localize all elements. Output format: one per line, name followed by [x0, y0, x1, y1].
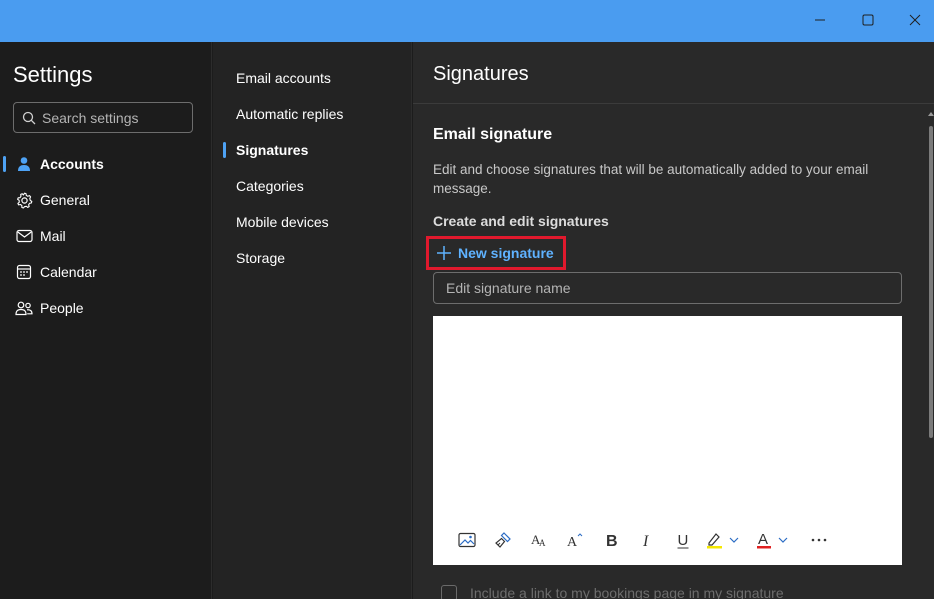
search-icon [22, 111, 36, 124]
plus-icon [437, 246, 451, 260]
sidebar-item-label: Accounts [40, 156, 104, 172]
bookings-link-label: Include a link to my bookings page in my… [470, 585, 784, 599]
more-options-button[interactable] [801, 526, 837, 554]
bold-icon: B [606, 533, 618, 548]
scrollbar-thumb[interactable] [929, 126, 933, 438]
font-size-button[interactable]: AA [521, 526, 557, 554]
signatures-pane: Signatures Email signature Edit and choo… [413, 42, 934, 599]
subnav-item-label: Mobile devices [236, 214, 329, 230]
editor-toolbar: AA A B I U A [449, 526, 837, 554]
font-size-icon: AA [531, 532, 546, 548]
scroll-up-arrow-icon[interactable] [928, 112, 934, 116]
sidebar-item-label: Mail [40, 228, 66, 244]
new-signature-label: New signature [458, 245, 554, 261]
section-description: Edit and choose signatures that will be … [433, 162, 869, 196]
signature-name-field[interactable] [433, 272, 902, 304]
search-box[interactable] [13, 102, 193, 133]
highlight-button[interactable] [701, 526, 751, 554]
gear-icon [15, 191, 33, 209]
sidebar-item-label: Calendar [40, 264, 97, 280]
font-color-button[interactable]: A [751, 526, 801, 554]
sidebar-item-mail[interactable]: Mail [0, 220, 212, 252]
close-icon [909, 14, 921, 26]
insert-picture-button[interactable] [449, 526, 485, 554]
underline-button[interactable]: U [665, 526, 701, 554]
subnav-item-email-accounts[interactable]: Email accounts [213, 62, 412, 94]
subnav-item-signatures[interactable]: Signatures [213, 134, 412, 166]
font-color-icon: A [757, 531, 788, 549]
settings-title: Settings [13, 62, 93, 87]
people-icon [15, 299, 33, 317]
subnav-item-label: Storage [236, 250, 286, 266]
subnav-item-label: Automatic replies [236, 106, 344, 122]
svg-text:U: U [678, 532, 689, 549]
content-header: Signatures [413, 42, 934, 104]
bookings-link-option[interactable]: Include a link to my bookings page in my… [441, 585, 784, 599]
maximize-button[interactable] [845, 0, 891, 40]
sidebar-item-people[interactable]: People [0, 292, 212, 324]
person-icon [15, 155, 33, 173]
sidebar-item-general[interactable]: General [0, 184, 212, 216]
subsection-title: Create and edit signatures [433, 213, 609, 229]
svg-text:A: A [567, 535, 578, 548]
mail-icon [15, 227, 33, 245]
sidebar-item-label: People [40, 300, 84, 316]
italic-icon: I [642, 533, 649, 548]
active-indicator [223, 142, 226, 158]
section-title: Email signature [433, 126, 553, 143]
highlight-icon [707, 533, 739, 549]
signature-editor[interactable]: AA A B I U A [433, 316, 902, 565]
subnav-item-automatic-replies[interactable]: Automatic replies [213, 98, 412, 130]
new-signature-button[interactable]: New signature [426, 236, 566, 270]
sidebar-item-label: General [40, 192, 90, 208]
calendar-icon [15, 263, 33, 281]
subnav-item-storage[interactable]: Storage [213, 242, 412, 274]
subnav-item-label: Email accounts [236, 70, 331, 86]
format-painter-button[interactable] [485, 526, 521, 554]
close-button[interactable] [892, 0, 934, 40]
subnav-item-mobile-devices[interactable]: Mobile devices [213, 206, 412, 238]
sidebar-item-accounts[interactable]: Accounts [0, 148, 212, 180]
grow-font-icon: A [567, 533, 583, 548]
minimize-button[interactable] [797, 0, 843, 40]
subnav-item-label: Categories [236, 178, 304, 194]
grow-font-button[interactable]: A [557, 526, 593, 554]
active-indicator [3, 156, 6, 172]
search-input[interactable] [42, 109, 182, 126]
svg-text:I: I [642, 533, 649, 548]
bookings-link-checkbox[interactable] [441, 585, 457, 599]
accounts-subnav: Email accounts Automatic replies Signatu… [213, 42, 412, 599]
subnav-item-categories[interactable]: Categories [213, 170, 412, 202]
format-painter-icon [495, 532, 511, 548]
title-bar [0, 0, 934, 42]
svg-text:A: A [539, 538, 546, 548]
underline-icon: U [677, 532, 689, 549]
insert-picture-icon [458, 532, 476, 548]
more-options-icon [811, 538, 827, 542]
svg-text:B: B [606, 533, 618, 548]
settings-sidebar: Settings Accounts General Mail Calendar … [0, 42, 212, 599]
sidebar-item-calendar[interactable]: Calendar [0, 256, 212, 288]
svg-text:A: A [758, 531, 768, 548]
italic-button[interactable]: I [629, 526, 665, 554]
page-title: Signatures [433, 63, 529, 85]
signature-name-input[interactable] [446, 280, 886, 296]
maximize-icon [862, 14, 874, 26]
bold-button[interactable]: B [593, 526, 629, 554]
minimize-icon [815, 19, 825, 21]
subnav-item-label: Signatures [236, 142, 309, 158]
